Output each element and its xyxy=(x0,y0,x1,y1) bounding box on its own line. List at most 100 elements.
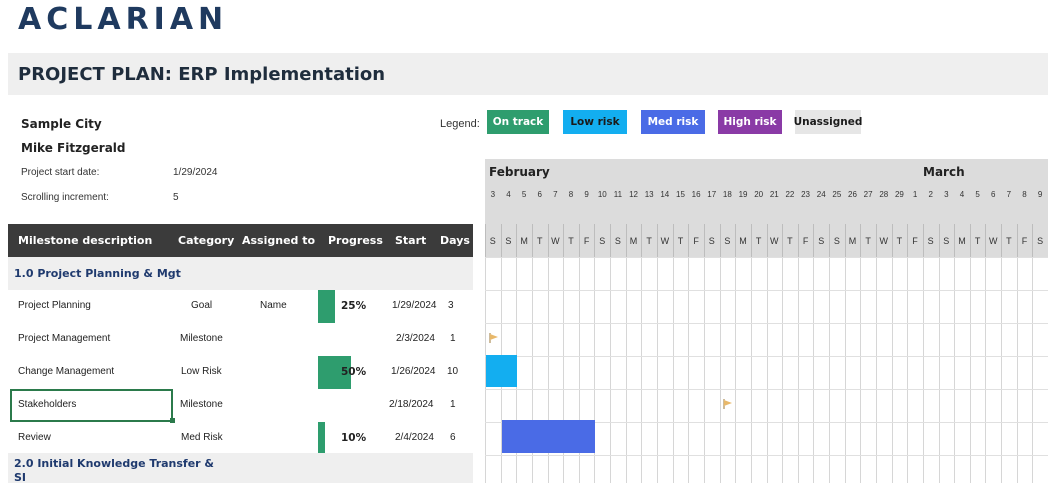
section-header[interactable]: 2.0 Initial Knowledge Transfer & SI xyxy=(8,453,473,483)
weekday-letter: T xyxy=(787,236,793,246)
section-title-line2: SI xyxy=(14,471,27,483)
milestone-cell[interactable]: Project Management xyxy=(18,333,110,344)
milestone-cell[interactable]: Change Management xyxy=(18,366,114,377)
milestone-cell[interactable]: Review xyxy=(18,432,51,443)
gantt-bar-med-risk[interactable] xyxy=(502,420,595,453)
weekday-letter: S xyxy=(614,236,621,246)
days-cell[interactable]: 10 xyxy=(447,366,458,377)
milestone-cell[interactable]: Stakeholders xyxy=(18,399,76,410)
table-row[interactable]: Project Management Milestone 2/3/2024 1 xyxy=(8,323,473,356)
day-number: 6 xyxy=(537,190,542,199)
progress-bar xyxy=(318,422,325,455)
weekday-letter: W xyxy=(660,236,670,246)
weekday-letter: T xyxy=(646,236,652,246)
weekday-divider xyxy=(563,224,565,257)
col-milestone: Milestone description xyxy=(18,234,153,247)
assigned-cell[interactable]: Name xyxy=(260,300,287,311)
category-cell[interactable]: Med Risk xyxy=(181,432,223,443)
day-number: 8 xyxy=(568,190,574,199)
day-number: 5 xyxy=(521,190,527,199)
category-cell[interactable]: Goal xyxy=(191,300,212,311)
project-manager: Mike Fitzgerald xyxy=(21,141,126,155)
weekday-letter: W xyxy=(988,236,998,246)
legend-med-risk: Med risk xyxy=(641,110,705,134)
day-number: 14 xyxy=(660,190,670,199)
weekday-divider xyxy=(782,224,784,257)
weekday-divider xyxy=(891,224,893,257)
section-header[interactable]: 1.0 Project Planning & Mgt xyxy=(8,257,473,290)
weekday-letter: S xyxy=(724,236,731,246)
day-number: 20 xyxy=(754,190,764,199)
day-number: 6 xyxy=(991,190,996,199)
weekday-divider xyxy=(844,224,846,257)
progress-value[interactable]: 50% xyxy=(341,366,366,378)
day-number: 3 xyxy=(944,190,949,199)
table-row[interactable]: Project Planning Goal Name 25% 1/29/2024… xyxy=(8,290,473,323)
legend-on-track: On track xyxy=(487,110,549,134)
category-cell[interactable]: Milestone xyxy=(180,399,223,410)
weekday-divider xyxy=(735,224,737,257)
weekday-divider xyxy=(766,224,768,257)
weekday-divider xyxy=(1001,224,1003,257)
milestone-cell[interactable]: Project Planning xyxy=(18,300,91,311)
weekday-divider xyxy=(719,224,721,257)
grid-row-line xyxy=(485,356,1048,357)
start-date-value[interactable]: 1/29/2024 xyxy=(173,167,218,178)
day-number: 13 xyxy=(644,190,654,199)
scroll-increment-value[interactable]: 5 xyxy=(173,192,179,203)
days-cell[interactable]: 3 xyxy=(448,300,454,311)
days-cell[interactable]: 1 xyxy=(450,333,456,344)
gantt-bar-low-risk[interactable] xyxy=(486,355,517,387)
days-cell[interactable]: 1 xyxy=(450,399,456,410)
weekday-letter: T xyxy=(865,236,871,246)
weekday-letter: S xyxy=(599,236,606,246)
col-assigned: Assigned to xyxy=(242,234,316,247)
weekday-divider xyxy=(875,224,877,257)
weekday-letter: W xyxy=(879,236,889,246)
grid-row-line xyxy=(485,290,1048,291)
weekday-letter: T xyxy=(974,236,981,246)
weekday-letter: S xyxy=(943,236,950,246)
day-number: 8 xyxy=(1022,190,1027,199)
weekday-letter: S xyxy=(818,236,825,246)
month-header-march: March xyxy=(907,159,1048,184)
legend-unassigned: Unassigned xyxy=(794,110,862,134)
day-number: 29 xyxy=(894,190,904,199)
flag-icon[interactable] xyxy=(489,333,499,343)
table-row[interactable]: Stakeholders Milestone 2/18/2024 1 xyxy=(8,389,473,423)
weekday-divider xyxy=(1016,224,1018,257)
start-cell[interactable]: 1/29/2024 xyxy=(392,300,437,311)
start-cell[interactable]: 2/4/2024 xyxy=(395,432,434,443)
category-cell[interactable]: Milestone xyxy=(180,333,223,344)
table-row[interactable]: Review Med Risk 10% 2/4/2024 6 xyxy=(8,422,473,455)
start-cell[interactable]: 2/3/2024 xyxy=(396,333,435,344)
weekday-letter: S xyxy=(833,236,840,246)
day-number: 21 xyxy=(769,190,779,199)
day-number: 9 xyxy=(1037,190,1043,199)
day-number-row: 3 4 5 6 7 8 9 10 11 12 13 14 15 16 17 18 19 20 21 22 23 24 25 2… xyxy=(485,184,1048,224)
weekday-letter: T xyxy=(1006,236,1012,246)
weekday-divider xyxy=(625,224,627,257)
weekday-letter: T xyxy=(896,236,903,246)
start-cell[interactable]: 2/18/2024 xyxy=(389,399,434,410)
day-number: 26 xyxy=(848,190,857,199)
col-days: Days xyxy=(440,234,470,247)
progress-value[interactable]: 10% xyxy=(341,432,366,444)
flag-icon[interactable] xyxy=(723,399,733,409)
weekday-letter: M xyxy=(739,236,747,246)
table-row[interactable]: Change Management Low Risk 50% 1/26/2024… xyxy=(8,356,473,389)
start-cell[interactable]: 1/26/2024 xyxy=(391,366,436,377)
weekday-divider xyxy=(1032,224,1034,257)
month-header-february: February xyxy=(485,159,907,184)
section-title: 1.0 Project Planning & Mgt xyxy=(14,267,181,280)
days-cell[interactable]: 6 xyxy=(450,432,456,443)
weekday-divider xyxy=(954,224,956,257)
weekday-row: SSMTWTFSSMTWTFSSMTWTFSSMTWTFSSMTWTFS xyxy=(485,224,1048,257)
weekday-divider xyxy=(485,224,486,257)
weekday-divider xyxy=(750,224,752,257)
progress-value[interactable]: 25% xyxy=(341,300,366,312)
category-cell[interactable]: Low Risk xyxy=(181,366,222,377)
weekday-divider xyxy=(672,224,674,257)
weekday-divider xyxy=(578,224,580,257)
weekday-letter: T xyxy=(568,236,574,246)
